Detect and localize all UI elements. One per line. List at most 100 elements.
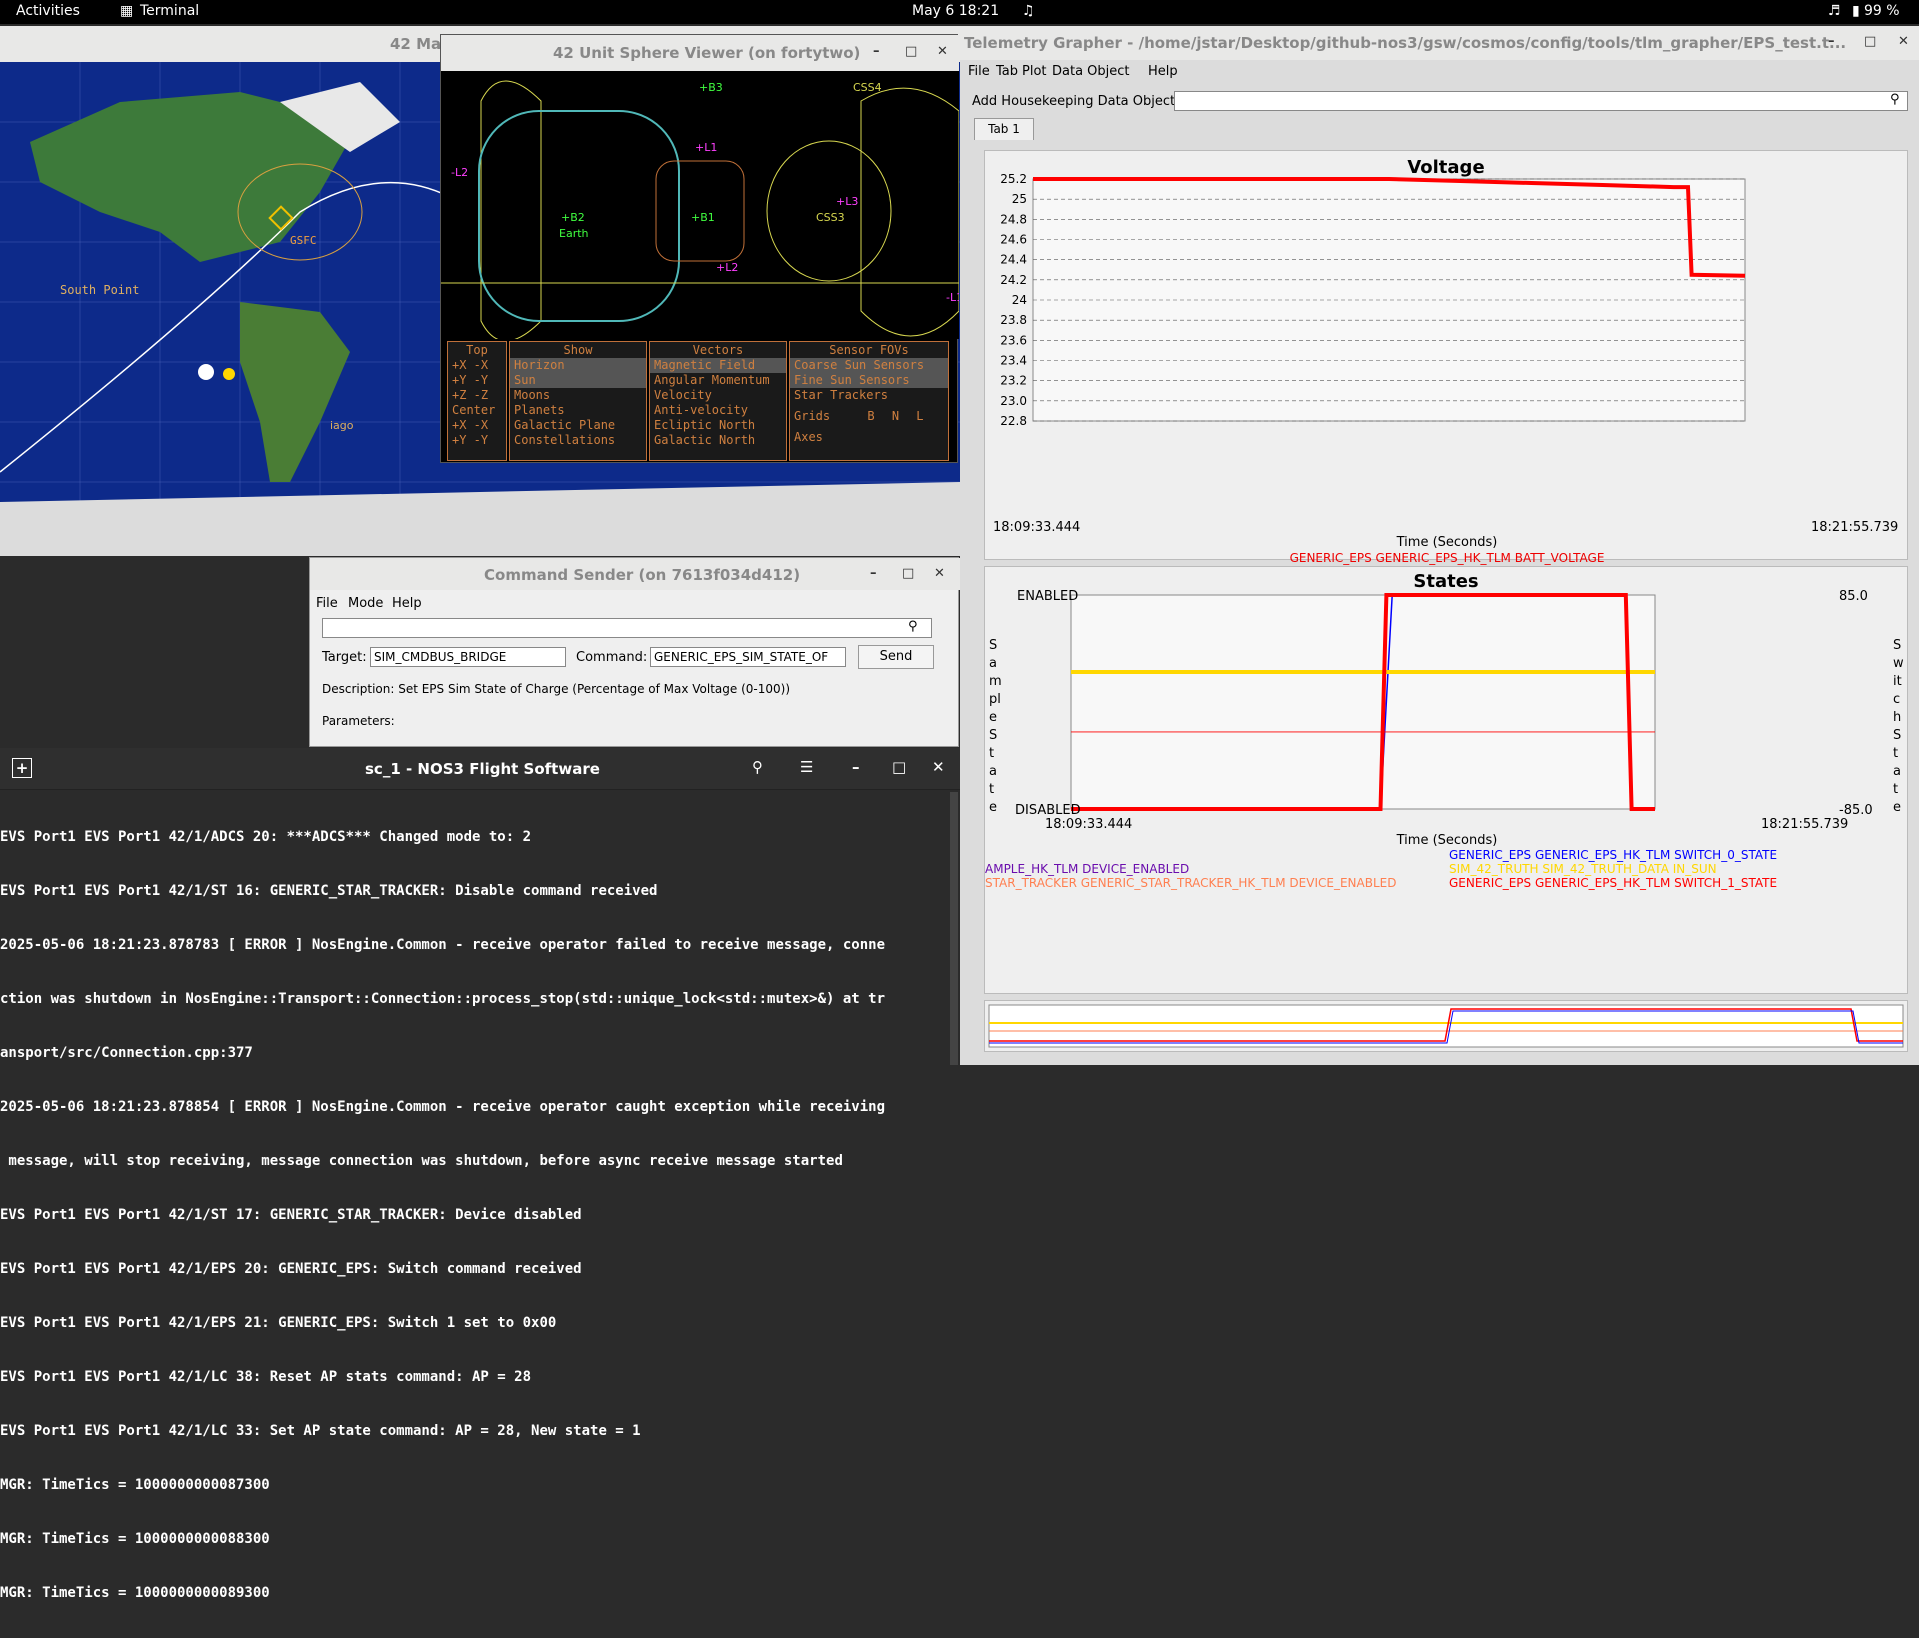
svg-text:-L1: -L1 — [946, 291, 959, 304]
voltage-ytick: 24 — [1012, 293, 1027, 307]
svg-text:South Point: South Point — [60, 283, 139, 297]
svg-text:+B3: +B3 — [699, 81, 723, 94]
cmd-search-input[interactable] — [322, 618, 932, 638]
overview-chart[interactable] — [984, 1000, 1908, 1052]
maximize-button[interactable]: □ — [902, 566, 914, 581]
clock[interactable]: May 6 18:21 — [912, 3, 999, 19]
legend-star-tracker: STAR_TRACKER GENERIC_STAR_TRACKER_HK_TLM… — [985, 876, 1397, 890]
legend-switch0: GENERIC_EPS GENERIC_EPS_HK_TLM SWITCH_0_… — [1449, 848, 1778, 862]
terminal-titlebar[interactable]: + sc_1 - NOS3 Flight Software ⚲ ☰ – □ ✕ — [0, 748, 960, 790]
minimize-button[interactable]: – — [852, 758, 860, 776]
voltage-ytick: 23.2 — [1000, 374, 1027, 388]
states-left-label: Sample State — [989, 638, 1002, 815]
svg-text:+B2: +B2 — [561, 211, 585, 224]
states-plot-area — [1070, 594, 1656, 810]
command-select[interactable]: GENERIC_EPS_SIM_STATE_OF — [650, 647, 846, 667]
command-sender-window[interactable]: Command Sender (on 7613f034d412) – □ ✕ F… — [309, 557, 960, 747]
app-menu[interactable]: Terminal — [140, 3, 199, 19]
terminal-window[interactable]: + sc_1 - NOS3 Flight Software ⚲ ☰ – □ ✕ … — [0, 748, 960, 1601]
top-bar: Activities ▦ Terminal May 6 18:21 ♫ ♬ ▮ … — [0, 0, 1919, 24]
moon-icon — [198, 364, 214, 380]
states-left-top: ENABLED — [1017, 589, 1079, 604]
svg-text:CSS3: CSS3 — [816, 211, 845, 224]
svg-text:GSFC: GSFC — [290, 234, 317, 247]
maximize-button[interactable]: □ — [1864, 34, 1876, 49]
legend-device-enabled: AMPLE_HK_TLM DEVICE_ENABLED — [985, 862, 1190, 876]
voltage-chart[interactable]: Voltage 25.2 25 24.8 24.6 24.4 24.2 24 23.8 23.6… — [984, 150, 1909, 565]
tab-1[interactable]: Tab 1 — [974, 118, 1034, 140]
tlm-menu-file[interactable]: File — [968, 64, 990, 79]
sphere-view[interactable]: +B3 CSS4 -L2 +L1 +B2 +B1 +L3 CSS3 +L2 -L… — [441, 71, 959, 339]
cmd-menu-file[interactable]: File — [316, 596, 338, 611]
svg-text:+L3: +L3 — [836, 195, 858, 208]
voltage-plot[interactable]: 25.2 25 24.8 24.6 24.4 24.2 24 23.8 23.6 23.4 23.2… — [985, 151, 1909, 561]
minimize-button[interactable]: – — [870, 566, 877, 581]
tlm-menu-data-object[interactable]: Data Object — [1052, 64, 1130, 79]
cmd-menu-mode[interactable]: Mode — [348, 596, 383, 611]
sensor-fovs-panel[interactable]: Sensor FOVs Coarse Sun Sensors Fine Sun … — [789, 341, 949, 461]
voltage-ytick: 24.8 — [1000, 212, 1027, 226]
tlm-menu-help[interactable]: Help — [1148, 64, 1178, 79]
battery-icon[interactable]: ▮ — [1852, 3, 1860, 19]
close-button[interactable]: ✕ — [934, 566, 945, 581]
terminal-scrollbar[interactable] — [950, 792, 958, 1065]
states-xlabel: Time (Seconds) — [1396, 833, 1498, 848]
hamburger-menu-icon[interactable]: ☰ — [800, 758, 813, 776]
svg-text:+L1: +L1 — [695, 141, 717, 154]
search-icon[interactable]: ⚲ — [752, 758, 763, 776]
tlm-menu-tab[interactable]: Tab — [996, 64, 1018, 79]
volume-icon[interactable]: ♬ — [1828, 3, 1841, 19]
svg-text:-L2: -L2 — [451, 166, 468, 179]
telemetry-grapher-window[interactable]: Telemetry Grapher - /home/jstar/Desktop/… — [960, 26, 1919, 1065]
new-tab-icon[interactable]: + — [12, 758, 32, 778]
bell-icon: ♫ — [1022, 3, 1035, 19]
sphere-viewer-window[interactable]: 42 Unit Sphere Viewer (on fortytwo) – □ … — [440, 34, 959, 463]
top-panel[interactable]: Top +X -X +Y -Y +Z -Z Center +X -X +Y -Y — [447, 341, 507, 461]
overview-plot[interactable] — [985, 1001, 1909, 1053]
states-right-bottom: -85.0 — [1839, 803, 1873, 818]
maximize-button[interactable]: □ — [892, 758, 906, 776]
cmd-menu-help[interactable]: Help — [392, 596, 422, 611]
close-button[interactable]: ✕ — [1898, 34, 1909, 49]
cmd-titlebar[interactable]: Command Sender (on 7613f034d412) – □ ✕ — [310, 558, 960, 590]
tlm-titlebar[interactable]: Telemetry Grapher - /home/jstar/Desktop/… — [960, 26, 1919, 60]
states-right-label: Switch State — [1893, 638, 1904, 815]
svg-text:+L2: +L2 — [716, 261, 738, 274]
legend-in-sun: SIM_42_TRUTH SIM_42_TRUTH_DATA IN_SUN — [1449, 862, 1717, 876]
close-button[interactable]: ✕ — [932, 758, 945, 776]
close-button[interactable]: ✕ — [937, 44, 948, 59]
vectors-panel[interactable]: Vectors Magnetic Field Angular Momentum … — [649, 341, 787, 461]
svg-text:Earth: Earth — [559, 227, 589, 240]
cmd-title: Command Sender (on 7613f034d412) — [484, 566, 801, 584]
sphere-title: 42 Unit Sphere Viewer (on fortytwo) — [553, 44, 861, 62]
voltage-ytick: 25.2 — [1000, 172, 1027, 186]
add-object-input[interactable] — [1174, 91, 1908, 111]
send-button[interactable]: Send — [858, 645, 934, 669]
search-icon[interactable]: ⚲ — [1890, 92, 1900, 107]
terminal-app-icon[interactable]: ▦ — [120, 3, 133, 19]
add-object-label: Add Housekeeping Data Object: — [972, 94, 1180, 109]
tlm-menu-plot[interactable]: Plot — [1022, 64, 1047, 79]
states-right-top: 85.0 — [1839, 589, 1868, 604]
minimize-button[interactable]: – — [1828, 34, 1835, 49]
svg-text:CSS4: CSS4 — [853, 81, 882, 94]
maximize-button[interactable]: □ — [905, 44, 917, 59]
states-x-end: 18:21:55.739 — [1761, 817, 1849, 832]
terminal-output[interactable]: EVS Port1 EVS Port1 42/1/ADCS 20: ***ADC… — [0, 792, 950, 1638]
voltage-ytick: 24.4 — [1000, 253, 1027, 267]
activities-button[interactable]: Activities — [16, 3, 80, 19]
svg-text:iago: iago — [330, 419, 354, 432]
command-label: Command: — [576, 650, 648, 665]
states-chart[interactable]: States ENABLED DISABLED 85.0 -85.0 Sampl… — [984, 566, 1908, 994]
sphere-titlebar[interactable]: 42 Unit Sphere Viewer (on fortytwo) – □ … — [441, 35, 959, 71]
minimize-button[interactable]: – — [873, 44, 880, 59]
show-panel[interactable]: Show Horizon Sun Moons Planets Galactic … — [509, 341, 647, 461]
voltage-ytick: 24.6 — [1000, 233, 1027, 247]
search-icon[interactable]: ⚲ — [908, 619, 918, 634]
states-plot[interactable] — [985, 567, 1909, 995]
voltage-x-end: 18:21:55.739 — [1811, 520, 1899, 535]
voltage-ytick: 23.4 — [1000, 354, 1027, 368]
svg-text:+B1: +B1 — [691, 211, 715, 224]
target-select[interactable]: SIM_CMDBUS_BRIDGE — [370, 647, 566, 667]
voltage-ytick: 22.8 — [1000, 414, 1027, 428]
